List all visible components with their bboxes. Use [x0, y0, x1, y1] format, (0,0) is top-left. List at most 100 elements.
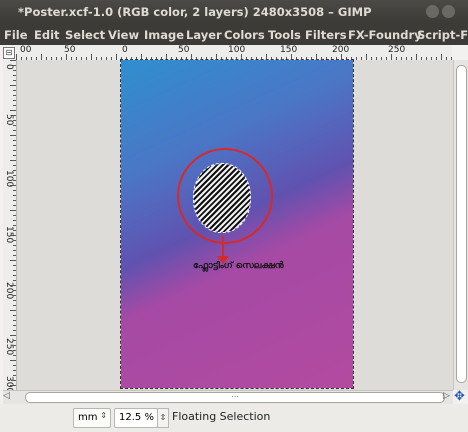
- menu-fx-foundry[interactable]: FX-Foundry: [348, 28, 422, 42]
- ruler-tick: [10, 210, 16, 211]
- menu-tools[interactable]: Tools: [268, 28, 301, 42]
- ruler-tick: [13, 205, 16, 206]
- horizontal-scrollbar[interactable]: ◁ ⋯ ▷: [3, 390, 453, 404]
- window-titlebar: *Poster.xcf-1.0 (RGB color, 2 layers) 24…: [0, 0, 468, 24]
- minimize-button[interactable]: [426, 5, 439, 18]
- ruler-tick: [13, 300, 16, 301]
- ruler-label: 100: [228, 45, 246, 55]
- menu-file[interactable]: File: [4, 28, 28, 42]
- menu-layer[interactable]: Layer: [186, 28, 222, 42]
- ruler-tick: [13, 150, 16, 151]
- ruler-tick: [13, 130, 16, 131]
- navigate-move-icon[interactable]: ✥: [454, 389, 465, 404]
- ruler-tick: [13, 115, 16, 116]
- close-button[interactable]: [442, 5, 455, 18]
- ruler-tick: [13, 340, 16, 341]
- ruler-tick: [13, 220, 16, 221]
- ruler-tick: [13, 100, 16, 101]
- ruler-tick: [13, 305, 16, 306]
- ruler-tick: [13, 145, 16, 146]
- menu-filters[interactable]: Filters: [305, 28, 347, 42]
- ruler-tick: [13, 345, 16, 346]
- ruler-tick: [13, 155, 16, 156]
- zoom-field[interactable]: 12.5 %: [114, 408, 158, 428]
- poster-image[interactable]: ഫ്ലോട്ടിംഗ് സെലക്ഷൻ: [120, 59, 354, 389]
- ruler-tick: [10, 60, 16, 61]
- ruler-tick: [10, 360, 16, 361]
- ruler-tick: [10, 385, 16, 386]
- unit-select[interactable]: mm ⇕: [73, 408, 111, 428]
- ruler-tick: [13, 105, 16, 106]
- ruler-tick: [13, 180, 16, 181]
- statusbar: mm ⇕ 12.5 % ⇕ Floating Selection: [0, 404, 468, 432]
- ruler-tick: [13, 350, 16, 351]
- ruler-tick: [13, 250, 16, 251]
- ruler-tick: [13, 270, 16, 271]
- ruler-tick: [10, 110, 16, 111]
- ruler-tick: [13, 370, 16, 371]
- vertical-scroll-thumb[interactable]: [456, 65, 467, 383]
- floating-selection-thumbprint[interactable]: [193, 163, 251, 233]
- zoom-dropdown-icon[interactable]: ⇕: [157, 408, 169, 428]
- scroll-grip-icon: ⋯: [231, 392, 239, 401]
- ruler-tick: [13, 215, 16, 216]
- menu-edit[interactable]: Edit: [34, 28, 60, 42]
- ruler-tick: [13, 365, 16, 366]
- ruler-label: 300: [4, 376, 14, 390]
- menu-colors[interactable]: Colors: [224, 28, 265, 42]
- ruler-tick: [10, 335, 16, 336]
- annotation-arrow: [222, 236, 224, 258]
- ruler-tick: [10, 285, 16, 286]
- ruler-tick: [13, 120, 16, 121]
- ruler-tick: [13, 255, 16, 256]
- menu-image[interactable]: Image: [144, 28, 184, 42]
- ruler-tick: [13, 355, 16, 356]
- annotation-caption: ഫ്ലോട്ടിംഗ് സെലക്ഷൻ: [193, 261, 284, 271]
- ruler-tick: [13, 230, 16, 231]
- ruler-tick: [13, 295, 16, 296]
- ruler-label: 150: [280, 45, 298, 55]
- ruler-tick: [13, 75, 16, 76]
- ruler-tick: [13, 290, 16, 291]
- menu-view[interactable]: View: [108, 28, 139, 42]
- canvas-area[interactable]: ഫ്ലോട്ടിംഗ് സെലക്ഷൻ: [17, 59, 453, 390]
- unit-value: mm: [78, 412, 98, 423]
- menu-script-fu[interactable]: Script-Fu: [417, 28, 468, 42]
- ruler-tick: [13, 225, 16, 226]
- ruler-tick: [13, 195, 16, 196]
- ruler-tick: [13, 375, 16, 376]
- ruler-label: 00: [20, 45, 32, 55]
- ruler-tick: [13, 200, 16, 201]
- ruler-tick: [13, 175, 16, 176]
- ruler-tick: [13, 170, 16, 171]
- window-title: *Poster.xcf-1.0 (RGB color, 2 layers) 24…: [18, 5, 372, 19]
- ruler-tick: [10, 235, 16, 236]
- ruler-tick: [13, 325, 16, 326]
- ruler-tick: [13, 70, 16, 71]
- ruler-tick: [13, 280, 16, 281]
- ruler-tick: [13, 65, 16, 66]
- ruler-tick: [13, 320, 16, 321]
- unit-spinner-icon: ⇕: [100, 411, 107, 420]
- ruler-tick: [13, 315, 16, 316]
- menu-select[interactable]: Select: [65, 28, 105, 42]
- ruler-tick: [13, 95, 16, 96]
- vertical-ruler: 0 50 100 150 200 250 300: [3, 60, 17, 390]
- vertical-scrollbar[interactable]: [453, 60, 468, 390]
- ruler-tick: [10, 310, 16, 311]
- ruler-tick: [13, 80, 16, 81]
- ruler-tick: [13, 165, 16, 166]
- ruler-tick: [13, 330, 16, 331]
- status-message: Floating Selection: [172, 410, 271, 423]
- ruler-label: 50: [178, 45, 190, 55]
- ruler-tick: [13, 240, 16, 241]
- ruler-tick: [10, 260, 16, 261]
- ruler-tick: [10, 185, 16, 186]
- horizontal-ruler: 00 50 0 50 100 150 200 250: [16, 45, 452, 61]
- zoom-value: 12.5 %: [119, 412, 154, 423]
- scroll-right-icon[interactable]: ▷: [443, 391, 450, 401]
- ruler-tick: [10, 85, 16, 86]
- ruler-corner-menu-icon[interactable]: ⊟: [3, 47, 15, 59]
- ruler-tick: [13, 265, 16, 266]
- scroll-left-icon[interactable]: ◁: [3, 391, 10, 401]
